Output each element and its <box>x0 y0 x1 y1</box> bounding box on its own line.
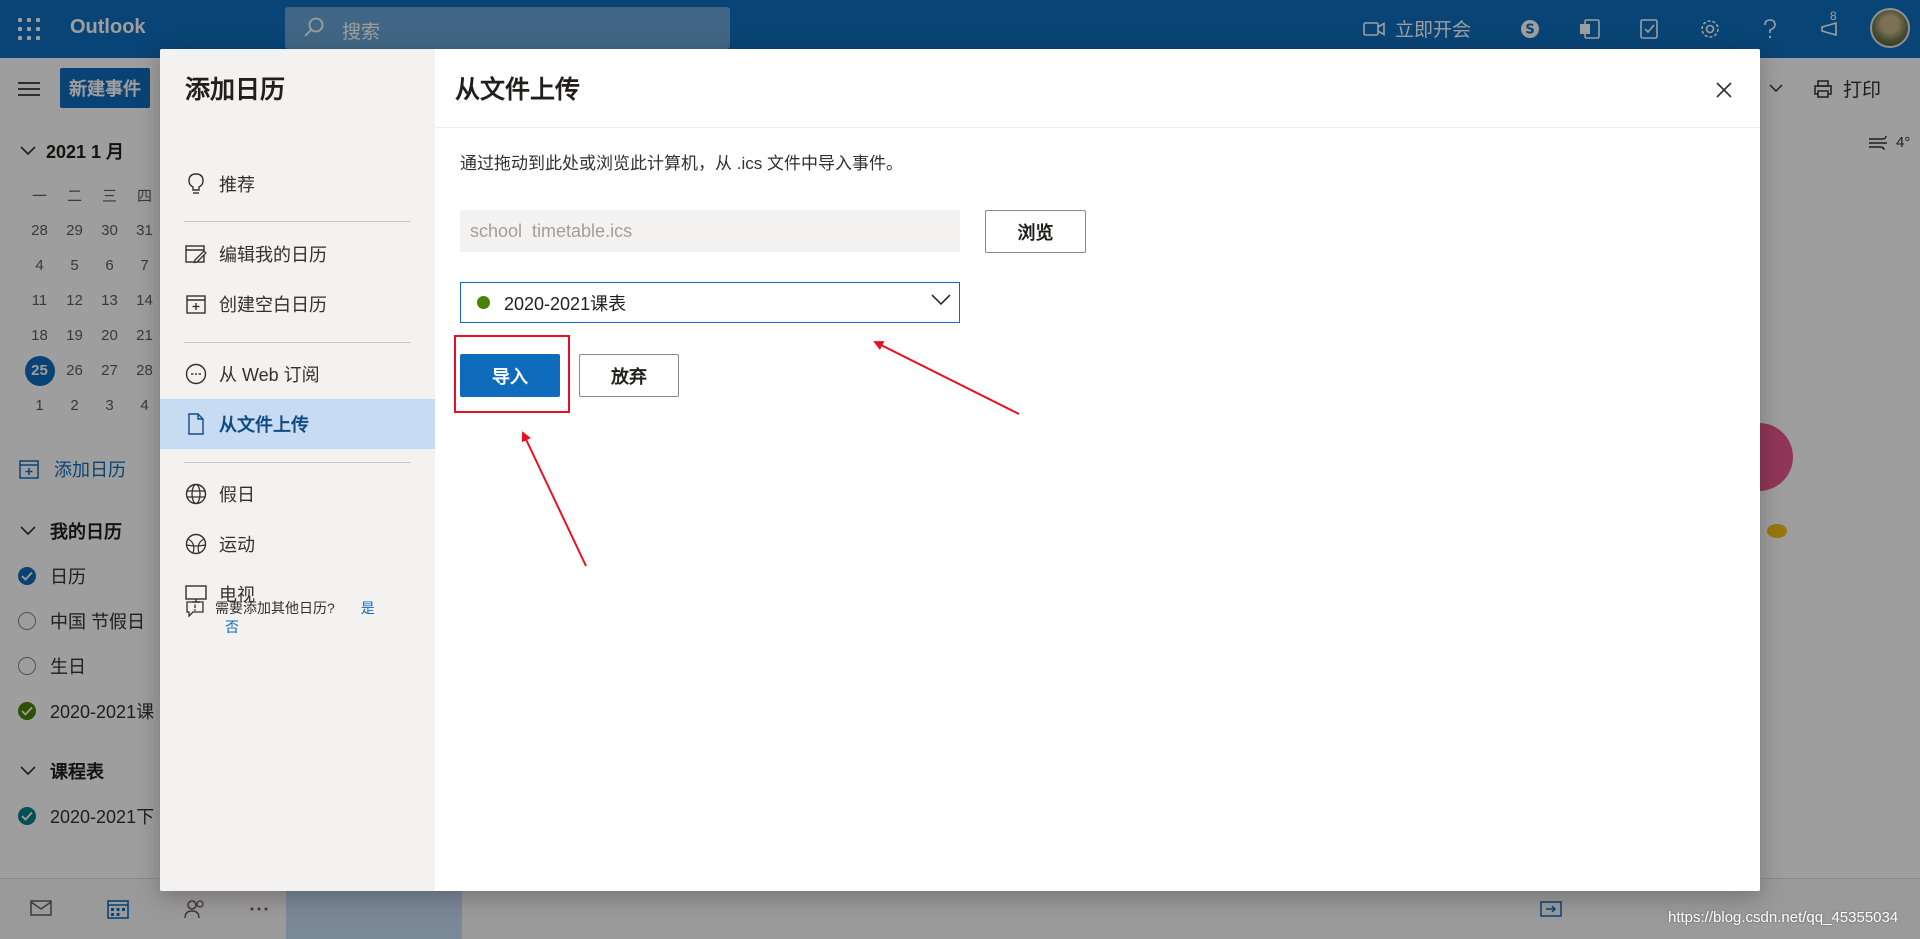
globe-icon <box>185 483 207 505</box>
nav-item-edit-calendars[interactable]: 编辑我的日历 <box>160 229 435 279</box>
target-calendar-value: 2020-2021课表 <box>504 293 627 314</box>
document-icon <box>185 413 207 435</box>
feedback-no-link[interactable]: 否 <box>225 619 239 635</box>
sports-icon <box>185 533 207 555</box>
file-name-field[interactable]: school timetable.ics <box>460 210 960 252</box>
dialog-title: 从文件上传 <box>455 76 581 104</box>
nav-item-sports[interactable]: 运动 <box>160 519 435 569</box>
dialog-nav-title: 添加日历 <box>185 76 286 104</box>
nav-divider <box>184 462 410 463</box>
edit-calendar-icon <box>185 243 207 265</box>
nav-item-label: 创建空白日历 <box>219 295 327 315</box>
nav-divider <box>184 221 410 222</box>
lightbulb-icon <box>185 173 207 195</box>
dialog-header: 从文件上传 <box>435 49 1760 128</box>
nav-item-label: 推荐 <box>219 175 255 195</box>
feedback-icon <box>186 601 204 618</box>
chevron-down-icon <box>931 294 951 306</box>
calendar-color-dot <box>477 296 490 309</box>
feedback-text: 需要添加其他日历? <box>215 600 335 616</box>
nav-item-holidays[interactable]: 假日 <box>160 469 435 519</box>
nav-item-subscribe-web[interactable]: 从 Web 订阅 <box>160 349 435 399</box>
dialog-content: 从文件上传 通过拖动到此处或浏览此计算机，从 .ics 文件中导入事件。 sch… <box>435 49 1760 891</box>
browse-button[interactable]: 浏览 <box>985 210 1086 253</box>
dialog-nav: 添加日历 推荐 编辑我的日历 创建空白日历 从 Web 订阅 从文件上传 假日 <box>160 49 435 891</box>
file-name-value: school timetable.ics <box>470 220 633 241</box>
upload-description: 通过拖动到此处或浏览此计算机，从 .ics 文件中导入事件。 <box>460 154 903 173</box>
discard-button[interactable]: 放弃 <box>579 354 679 397</box>
watermark: https://blog.csdn.net/qq_45355034 <box>1668 909 1899 926</box>
nav-item-label: 从文件上传 <box>219 415 309 435</box>
nav-divider <box>184 342 410 343</box>
close-button[interactable] <box>1713 79 1735 101</box>
nav-item-upload-file[interactable]: 从文件上传 <box>160 399 435 449</box>
nav-item-label: 从 Web 订阅 <box>219 365 320 385</box>
nav-item-recommended[interactable]: 推荐 <box>160 159 435 209</box>
nav-item-label: 运动 <box>219 535 255 555</box>
import-button[interactable]: 导入 <box>460 354 560 397</box>
link-icon <box>185 363 207 385</box>
add-calendar-dialog: 添加日历 推荐 编辑我的日历 创建空白日历 从 Web 订阅 从文件上传 假日 <box>160 49 1760 891</box>
feedback-yes-link[interactable]: 是 <box>361 600 375 616</box>
add-calendar-icon <box>185 293 207 315</box>
nav-item-label: 编辑我的日历 <box>219 245 327 265</box>
nav-item-create-blank[interactable]: 创建空白日历 <box>160 279 435 329</box>
nav-item-label: 假日 <box>219 485 255 505</box>
feedback-prompt: 需要添加其他日历? 是 否 <box>185 599 415 637</box>
close-icon <box>1716 82 1732 98</box>
target-calendar-select[interactable]: 2020-2021课表 <box>460 282 960 323</box>
